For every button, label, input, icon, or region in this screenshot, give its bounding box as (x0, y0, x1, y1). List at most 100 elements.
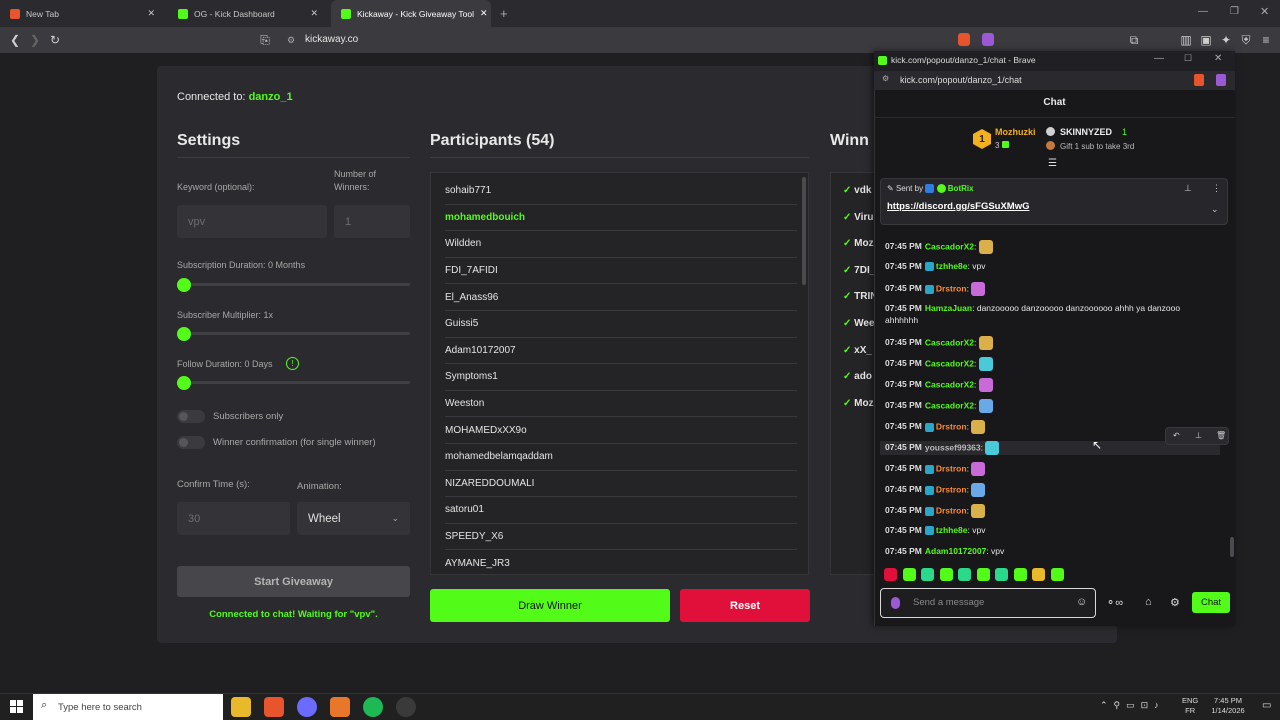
emoji-icon[interactable]: ☺ (1076, 596, 1087, 608)
menu-icon[interactable]: ≡ (1258, 32, 1274, 48)
vpn-icon[interactable]: ⛨ (1238, 32, 1254, 48)
windows-start-icon[interactable] (10, 700, 23, 713)
chat-message[interactable]: 07:45 PM Drstron: (885, 504, 986, 518)
reload-icon[interactable]: ↻ (47, 32, 63, 48)
spotify-icon[interactable] (363, 697, 383, 717)
store-icon[interactable]: ⌂ (1145, 596, 1152, 608)
forward-icon[interactable]: ❯ (27, 32, 43, 48)
close-icon[interactable]: ✕ (480, 8, 488, 19)
chat-message[interactable]: 07:45 PM CascadorX2: (885, 399, 993, 413)
start-giveaway-button[interactable]: Start Giveaway (177, 566, 410, 597)
expand-icon[interactable]: ☰ (1048, 158, 1057, 169)
new-tab-plus-icon[interactable]: + (500, 6, 508, 21)
party-icon[interactable]: ⚬∞ (1106, 596, 1123, 609)
follow-duration-slider[interactable] (177, 381, 410, 384)
brave-shields-icon[interactable] (1194, 74, 1204, 86)
chat-input[interactable]: Send a message ☺ (880, 588, 1096, 618)
message-user[interactable]: tzhhe8e (936, 525, 968, 535)
leo-icon[interactable]: ✦ (1218, 32, 1234, 48)
settings-gear-icon[interactable]: ⚙ (1170, 596, 1180, 609)
chat-message[interactable]: 07:45 PM tzhhe8e: vpv (885, 261, 985, 272)
notification-icon[interactable]: ▭ (1262, 700, 1271, 711)
discord-icon[interactable] (297, 697, 317, 717)
message-user[interactable]: CascadorX2 (925, 358, 974, 368)
bookmark-icon[interactable]: ⎘ (257, 32, 273, 48)
message-user[interactable]: Drstron (936, 505, 967, 515)
chat-message[interactable]: 07:45 PM Drstron: (885, 282, 986, 296)
chat-message[interactable]: 07:45 PM Drstron: (885, 483, 986, 497)
brave-rewards-icon[interactable] (982, 33, 994, 46)
emote-icon[interactable] (1032, 568, 1045, 581)
chevron-down-icon[interactable]: ⌄ (1211, 204, 1219, 215)
site-info-icon[interactable]: ⚙ (882, 74, 889, 83)
chat-message[interactable]: 07:45 PM tzhhe8e: vpv (885, 525, 985, 536)
chat-message[interactable]: 07:45 PM CascadorX2: (885, 378, 993, 392)
message-user[interactable]: Drstron (936, 421, 967, 431)
minimize-icon[interactable]: — (1154, 53, 1164, 64)
sidebar-icon[interactable]: ▥ (1178, 32, 1194, 48)
tab-kickaway[interactable]: Kickaway - Kick Giveaway Tool ✕ (331, 0, 491, 27)
close-icon[interactable]: ✕ (147, 8, 155, 19)
confirm-time-input[interactable]: 30 (177, 502, 290, 535)
scrollbar[interactable] (1230, 537, 1234, 557)
wallet-icon[interactable]: ▣ (1198, 32, 1214, 48)
message-user[interactable]: HamzaJuan (925, 303, 972, 313)
message-user[interactable]: Drstron (936, 463, 967, 473)
chat-message[interactable]: 07:45 PM Drstron: (885, 420, 986, 434)
message-user[interactable]: CascadorX2 (925, 400, 974, 410)
emote-icon[interactable] (995, 568, 1008, 581)
close-icon[interactable]: ✕ (310, 8, 318, 19)
address-bar[interactable]: kickaway.co (305, 34, 358, 45)
extensions-icon[interactable]: ⧉ (1126, 32, 1142, 48)
slider-knob[interactable] (177, 327, 191, 341)
site-info-icon[interactable]: ⚙ (287, 35, 295, 46)
brave-icon[interactable] (264, 697, 284, 717)
winner-confirmation-toggle[interactable] (177, 436, 205, 449)
message-user[interactable]: CascadorX2 (925, 241, 974, 251)
chat-message[interactable]: 07:45 PM CascadorX2: (885, 357, 993, 371)
chat-message[interactable]: 07:45 PM CascadorX2: (885, 240, 993, 254)
message-user[interactable]: CascadorX2 (925, 379, 974, 389)
scrollbar[interactable] (802, 177, 806, 285)
obs-icon[interactable] (396, 697, 416, 717)
slider-knob[interactable] (177, 278, 191, 292)
chat-message[interactable]: 07:45 PM Adam10172007: vpv (885, 546, 1004, 556)
emote-icon[interactable] (884, 568, 897, 581)
emote-icon[interactable] (976, 568, 990, 581)
chat-message[interactable]: 07:45 PM Drstron: (885, 462, 986, 476)
emote-icon[interactable] (939, 568, 953, 581)
maximize-icon[interactable]: ❐ (1230, 6, 1239, 17)
maximize-icon[interactable]: ☐ (1184, 53, 1192, 64)
close-window-icon[interactable]: ✕ (1260, 5, 1269, 18)
brave-shields-icon[interactable] (958, 33, 970, 46)
subscribers-only-toggle[interactable] (177, 410, 205, 423)
chat-message[interactable]: 07:45 PM HamzaJuan: danzooooo danzooooo d… (885, 303, 1180, 313)
pin-icon[interactable]: ⊥ (1195, 431, 1202, 440)
brave-rewards-icon[interactable] (1216, 74, 1226, 86)
unpin-icon[interactable]: ⊥ (1184, 183, 1192, 194)
trash-icon[interactable]: 🗑 (1216, 431, 1226, 440)
message-user[interactable]: Drstron (936, 484, 967, 494)
message-user[interactable]: CascadorX2 (925, 337, 974, 347)
file-explorer-icon[interactable] (231, 697, 251, 717)
pinned-link[interactable]: https://discord.gg/sFGSuXMwG (887, 201, 1030, 212)
more-icon[interactable]: ⋮ (1212, 183, 1221, 194)
draw-winner-button[interactable]: Draw Winner (430, 589, 670, 622)
app-icon[interactable] (330, 697, 350, 717)
info-icon[interactable]: ! (286, 357, 299, 370)
emote-icon[interactable] (1050, 568, 1064, 581)
keyword-input[interactable]: vpv (177, 205, 327, 238)
microphone-icon[interactable] (891, 597, 900, 609)
minimize-icon[interactable]: — (1198, 6, 1208, 17)
emote-icon[interactable] (902, 568, 916, 581)
close-window-icon[interactable]: ✕ (1214, 53, 1222, 64)
winners-input[interactable]: 1 (334, 205, 410, 238)
clock[interactable]: 7:45 PM 1/14/2026 (1204, 696, 1252, 716)
slider-knob[interactable] (177, 376, 191, 390)
tray-icons[interactable]: ⌃⚲▭⊡♪ (1100, 700, 1165, 711)
taskbar-search[interactable]: ⌕ Type here to search (33, 694, 223, 720)
language-indicator[interactable]: ENG FR (1182, 696, 1198, 716)
reset-button[interactable]: Reset (680, 589, 810, 622)
back-icon[interactable]: ❮ (7, 32, 23, 48)
sub-duration-slider[interactable] (177, 283, 410, 286)
